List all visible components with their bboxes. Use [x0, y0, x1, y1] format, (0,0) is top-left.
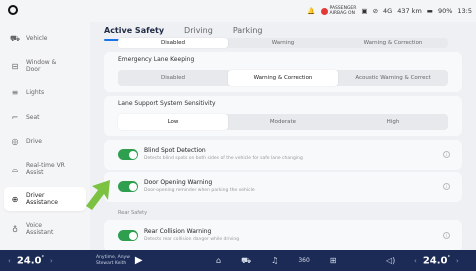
blind-spot-toggle[interactable] [118, 149, 138, 160]
toggle-knob [128, 182, 137, 191]
sim-icon: ▣ [361, 7, 368, 15]
sidebar-item-seat[interactable]: ⌐ Seat [4, 110, 86, 124]
info-icon[interactable]: i [443, 151, 450, 158]
warning-mode-selector: Disabled Warning Warning & Correction [118, 38, 448, 48]
sensitivity-selector: Low Moderate High [118, 114, 448, 130]
sidebar-item-lights[interactable]: ≡ Lights [4, 85, 86, 99]
sidebar-item-voice-assistant[interactable]: ♁ Voice Assistant [4, 218, 86, 240]
option-disabled[interactable]: Disabled [118, 38, 228, 48]
temp-left-up-icon[interactable]: › [50, 257, 53, 265]
status-indicators: 🔔 PASSENGER AIRBAG ON ▣ ⊘ 4G 437 km ▬ 90… [307, 3, 472, 19]
toggle-knob [128, 150, 137, 159]
door-opening-warning-row: Door Opening Warning Door-opening remind… [104, 172, 462, 202]
media-mini-player[interactable]: Anytime, Anyw Stewart Keith ▶ [96, 250, 143, 271]
media-artist: Stewart Keith [96, 260, 127, 266]
bottom-nav: ⌂ ⛟ ♫ 360 ⊞ [216, 250, 336, 271]
wifi-off-icon: ⊘ [372, 7, 379, 15]
signal-strength: 4G [383, 7, 393, 15]
window-icon: ⊟ [11, 61, 19, 71]
temp-left[interactable]: 24.0° [17, 255, 44, 266]
steering-wheel-icon: ◎ [11, 136, 19, 146]
option-high[interactable]: High [338, 114, 448, 130]
temp-left-down-icon[interactable]: ‹ [8, 257, 11, 265]
battery-percent: 90% [437, 7, 453, 15]
left-climate: ‹ 24.0° › [8, 250, 53, 271]
sidebar-item-vehicle[interactable]: ⛟ Vehicle [4, 31, 86, 45]
passenger-airbag-indicator: PASSENGER AIRBAG ON [320, 6, 356, 16]
option-warning-correction[interactable]: Warning & Correction [228, 70, 338, 86]
notification-icon: 🔔 [307, 7, 316, 15]
rear-collision-desc: Detects rear collision danger while driv… [144, 237, 240, 242]
car-icon[interactable]: ⛟ [241, 256, 251, 266]
annotation-arrow-icon [86, 180, 110, 210]
tab-parking[interactable]: Parking [233, 26, 263, 35]
option-acoustic-warning-correct[interactable]: Acoustic Warning & Correct [338, 70, 448, 86]
settings-sidebar: ⛟ Vehicle ⊟ Window & Door ≡ Lights ⌐ Sea… [0, 22, 90, 250]
option-moderate[interactable]: Moderate [228, 114, 338, 130]
rear-collision-title: Rear Collision Warning [144, 228, 212, 235]
status-bar: 🔔 PASSENGER AIRBAG ON ▣ ⊘ 4G 437 km ▬ 90… [0, 0, 476, 22]
info-icon[interactable]: i [443, 183, 450, 190]
door-opening-toggle[interactable] [118, 181, 138, 192]
volume-icon[interactable]: ◁) [386, 250, 395, 271]
door-opening-desc: Door-opening reminder when parking the v… [144, 188, 255, 193]
option-warning-correction[interactable]: Warning & Correction [338, 38, 448, 48]
main-settings-panel: Active Safety Driving Parking Disabled W… [90, 22, 476, 250]
clock: 13:5 [457, 7, 472, 15]
sidebar-item-drive[interactable]: ◎ Drive [4, 134, 86, 148]
rear-safety-heading: Rear Safety [118, 210, 148, 216]
toggle-knob [128, 231, 137, 240]
option-warning[interactable]: Warning [228, 38, 338, 48]
sidebar-item-driver-assistance[interactable]: ⊕ Driver Assistance [4, 187, 86, 211]
info-icon[interactable]: i [443, 232, 450, 239]
sidebar-item-window-door[interactable]: ⊟ Window & Door [4, 55, 86, 77]
sensitivity-title: Lane Support System Sensitivity [118, 100, 216, 107]
tab-bar: Active Safety Driving Parking [104, 26, 262, 35]
option-disabled[interactable]: Disabled [118, 70, 228, 86]
voice-icon: ♁ [12, 224, 18, 234]
play-icon[interactable]: ▶ [135, 255, 143, 266]
temp-right[interactable]: 24.0° [423, 255, 450, 266]
tab-active-safety[interactable]: Active Safety [104, 26, 164, 35]
seat-icon: ⌐ [11, 112, 19, 122]
range-readout: 437 km [397, 7, 422, 15]
tab-driving[interactable]: Driving [184, 26, 213, 35]
lights-icon: ≡ [11, 87, 19, 97]
lane-keeping-title: Emergency Lane Keeping [118, 56, 195, 63]
bottom-control-bar: ‹ 24.0° › Anytime, Anyw Stewart Keith ▶ … [0, 250, 476, 271]
rear-collision-toggle[interactable] [118, 230, 138, 241]
car-icon: ⛟ [10, 33, 21, 43]
temp-right-up-icon[interactable]: › [456, 257, 459, 265]
blind-spot-detection-row: Blind Spot Detection Detects blind spots… [104, 140, 462, 170]
right-climate: ‹ 24.0° › [414, 250, 459, 271]
airbag-icon [320, 7, 328, 15]
apps-icon[interactable]: ⊞ [330, 256, 337, 265]
sidebar-item-real-time-vr-assist[interactable]: ⌓ Real-time VR Assist [4, 158, 86, 180]
option-low[interactable]: Low [118, 114, 228, 130]
battery-icon: ▬ [426, 7, 433, 15]
lane-keeping-selector: Disabled Warning & Correction Acoustic W… [118, 70, 448, 86]
brand-logo-icon [8, 5, 18, 15]
rear-collision-warning-row: Rear Collision Warning Detects rear coll… [104, 220, 462, 250]
blind-spot-title: Blind Spot Detection [144, 147, 206, 154]
temp-right-down-icon[interactable]: ‹ [414, 257, 417, 265]
music-icon[interactable]: ♫ [271, 256, 278, 265]
360-icon[interactable]: 360 [298, 257, 309, 264]
driver-assist-icon: ⊕ [11, 194, 19, 204]
blind-spot-desc: Detects blind spots on both sides of the… [144, 156, 303, 161]
home-icon[interactable]: ⌂ [216, 256, 221, 265]
vr-icon: ⌓ [11, 164, 19, 174]
door-opening-title: Door Opening Warning [144, 179, 213, 186]
